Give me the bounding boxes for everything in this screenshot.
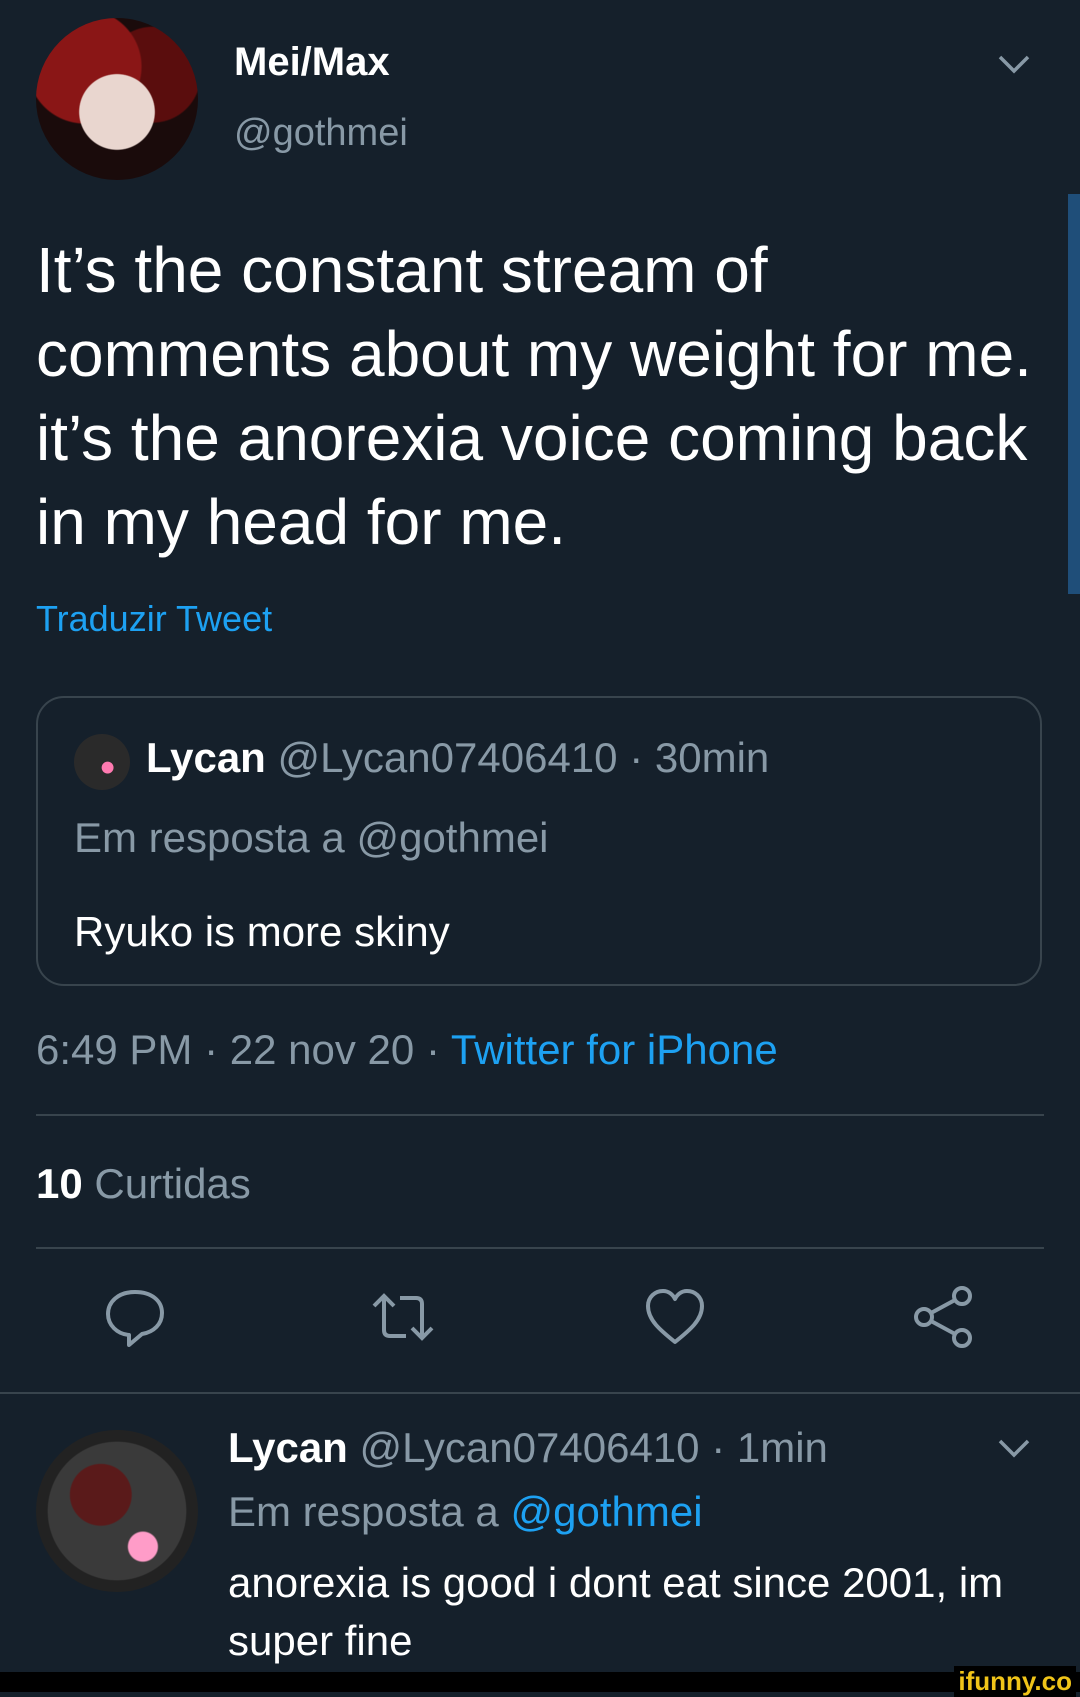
translate-tweet-link[interactable]: Traduzir Tweet [36, 598, 272, 640]
separator: · [629, 734, 644, 781]
likes-count[interactable]: 10 Curtidas [36, 1160, 251, 1208]
author-name[interactable]: Mei/Max [234, 40, 390, 85]
quoted-tweet[interactable]: Lycan @Lycan07406410 · 30min Em resposta… [36, 696, 1042, 986]
quoted-time: 30min [654, 734, 770, 781]
tweet-time: 6:49 PM [36, 1026, 193, 1073]
likes-label: Curtidas [94, 1160, 251, 1207]
reply-header: Lycan @Lycan07406410 · 1min [228, 1424, 828, 1472]
reply-time: 1min [736, 1424, 828, 1471]
quoted-header: Lycan @Lycan07406410 · 30min [146, 734, 769, 782]
author-avatar[interactable] [36, 18, 198, 180]
heart-icon[interactable] [640, 1282, 710, 1352]
reply-to: Em resposta a @gothmei [228, 1488, 703, 1536]
share-icon[interactable] [910, 1282, 980, 1352]
author-handle[interactable]: @gothmei [234, 112, 408, 155]
chevron-down-icon[interactable] [996, 1432, 1032, 1462]
reply-name[interactable]: Lycan [228, 1424, 348, 1471]
reply-to-link[interactable]: @gothmei [510, 1488, 702, 1535]
action-bar [0, 1282, 1080, 1362]
quoted-name: Lycan [146, 734, 266, 781]
scrollbar[interactable] [1068, 194, 1080, 594]
separator: · [711, 1424, 726, 1471]
reply-text: anorexia is good i dont eat since 2001, … [228, 1559, 1004, 1664]
divider [0, 1392, 1080, 1394]
separator: · [425, 1026, 440, 1073]
tweet-text: It’s the constant stream of comments abo… [36, 234, 1032, 558]
quoted-reply-to: Em resposta a @gothmei [74, 814, 549, 861]
retweet-icon[interactable] [368, 1282, 438, 1352]
tweet-meta: 6:49 PM · 22 nov 20 · Twitter for iPhone [36, 1026, 778, 1074]
chevron-down-icon[interactable] [996, 48, 1032, 78]
separator: · [204, 1026, 219, 1073]
reply-icon[interactable] [100, 1282, 170, 1352]
quoted-handle: @Lycan07406410 [277, 734, 618, 781]
watermark: ifunny.co [954, 1666, 1076, 1697]
reply-to-prefix: Em resposta a [228, 1488, 499, 1535]
likes-number: 10 [36, 1160, 83, 1207]
divider [36, 1247, 1044, 1249]
quoted-avatar [74, 734, 130, 790]
reply-avatar[interactable] [36, 1430, 198, 1592]
bottom-bar [0, 1672, 1080, 1692]
divider [36, 1114, 1044, 1116]
tweet-source-link[interactable]: Twitter for iPhone [451, 1026, 778, 1073]
tweet-date: 22 nov 20 [229, 1026, 415, 1073]
quoted-text: Ryuko is more skiny [74, 908, 450, 955]
reply-handle[interactable]: @Lycan07406410 [360, 1424, 700, 1471]
